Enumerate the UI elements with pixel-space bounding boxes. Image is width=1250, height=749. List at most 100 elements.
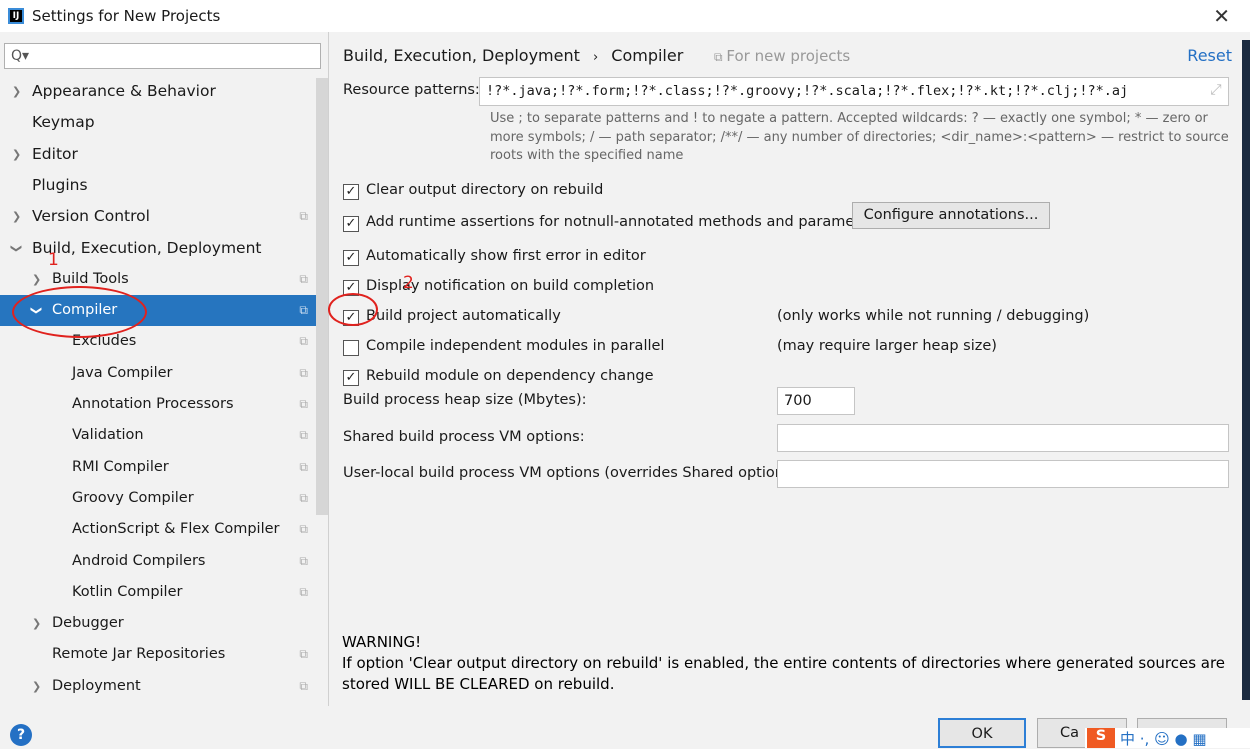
sidebar-item-label: Deployment [52,677,141,694]
project-copy-icon: ⧉ [299,209,308,224]
sidebar-item-groovy-compiler[interactable]: Groovy Compiler ⧉ [0,483,316,514]
annotation-number-1: 1 [48,250,59,270]
project-copy-icon: ⧉ [299,553,308,568]
shared-vm-options-input[interactable] [777,424,1229,452]
sidebar-item-rmi-compiler[interactable]: RMI Compiler ⧉ [0,452,316,483]
expand-icon[interactable]: ⤢ [1210,82,1222,98]
chevron-right-icon[interactable]: ❯ [32,671,41,702]
resource-patterns-input[interactable]: !?*.java;!?*.form;!?*.class;!?*.groovy;!… [479,77,1229,106]
title-bar: IJ Settings for New Projects ✕ [0,0,1250,32]
chevron-down-icon[interactable]: ❯ [1,243,32,252]
sidebar-item-validation[interactable]: Validation ⧉ [0,420,316,451]
project-copy-icon: ⧉ [299,334,308,349]
annotation-circle-compiler [12,286,147,338]
resource-patterns-value: !?*.java;!?*.form;!?*.class;!?*.groovy;!… [486,83,1129,99]
help-button[interactable]: ? [10,724,32,746]
sidebar-item-label: Remote Jar Repositories [52,646,226,663]
resource-patterns-label: Resource patterns: [343,82,480,98]
sidebar-item-actionscript-flex-compiler[interactable]: ActionScript & Flex Compiler ⧉ [0,514,316,545]
for-new-projects-label: ⧉ For new projects [714,47,850,65]
sidebar-item-label: RMI Compiler [72,458,169,475]
sidebar-item-label: Groovy Compiler [72,489,194,506]
warning-text: If option 'Clear output directory on reb… [342,654,1226,693]
sidebar-item-remote-jar-repositories[interactable]: Remote Jar Repositories ⧉ [0,639,316,670]
sidebar-item-kotlin-compiler[interactable]: Kotlin Compiler ⧉ [0,577,316,608]
heap-size-input[interactable]: 700 [777,387,855,415]
chevron-right-icon[interactable]: ❯ [12,139,21,170]
checkbox-clear-output-directory-on-rebuild[interactable]: ✓ [343,184,359,200]
project-copy-icon: ⧉ [299,490,308,505]
breadcrumb-current: Compiler [611,46,684,65]
project-copy-icon: ⧉ [299,459,308,474]
sidebar-item-label: Appearance & Behavior [32,82,216,100]
sidebar-scrollbar[interactable] [316,78,328,515]
ime-toolbar: S 中 ·, ☺ ● ▦ [1085,728,1250,748]
user-vm-options-input[interactable] [777,460,1229,488]
window-title: Settings for New Projects [32,7,221,25]
annotation-circle-checkbox [328,293,378,326]
sidebar-item-android-compilers[interactable]: Android Compilers ⧉ [0,546,316,577]
chevron-right-icon[interactable]: ❯ [32,608,41,639]
settings-search-input[interactable]: Q▾ [4,43,321,69]
checkbox-rebuild-module-on-dependency-change[interactable]: ✓ [343,370,359,386]
sogou-logo-icon: S [1087,728,1115,748]
chevron-right-icon[interactable]: ❯ [12,76,21,107]
sidebar-item-editor[interactable]: ❯ Editor [0,139,316,170]
sidebar-item-label: Validation [72,427,144,444]
checkbox-automatically-show-first-error-in-editor[interactable]: ✓ [343,250,359,266]
option-note: (only works while not running / debuggin… [777,308,1090,324]
sidebar-item-label: Kotlin Compiler [72,583,183,600]
configure-annotations-button[interactable]: Configure annotations... [852,202,1050,229]
sidebar-item-label: Keymap [32,113,95,132]
sidebar-item-label: Java Compiler [72,364,173,381]
project-copy-icon: ⧉ [299,428,308,443]
breadcrumb-parent: Build, Execution, Deployment [343,46,580,65]
sidebar-item-label: Plugins [32,175,88,194]
project-copy-icon: ⧉ [299,271,308,286]
sidebar-item-annotation-processors[interactable]: Annotation Processors ⧉ [0,389,316,420]
option-label[interactable]: Compile independent modules in parallel [366,338,664,354]
warning-title: WARNING! [342,633,422,651]
project-copy-icon: ⧉ [299,303,308,318]
option-label[interactable]: Automatically show first error in editor [366,248,646,264]
sidebar-item-label: Debugger [52,615,124,632]
shared-vm-options-label: Shared build process VM options: [343,429,585,445]
settings-sidebar: Q▾ ❯ Appearance & Behavior Keymap ❯ Editor Pl… [0,32,329,706]
sidebar-item-label: ActionScript & Flex Compiler [72,521,280,538]
ime-icons: 中 ·, ☺ ● ▦ [1120,730,1207,748]
project-copy-icon: ⧉ [299,584,308,599]
close-icon[interactable]: ✕ [1213,4,1230,28]
sidebar-item-label: Version Control [32,207,150,226]
chevron-right-icon[interactable]: ❯ [12,201,21,232]
option-label[interactable]: Add runtime assertions for notnull-annot… [366,214,882,230]
sidebar-item-java-compiler[interactable]: Java Compiler ⧉ [0,358,316,389]
option-label[interactable]: Clear output directory on rebuild [366,182,603,198]
user-vm-options-label: User-local build process VM options (ove… [343,465,803,481]
resource-patterns-hint: Use ; to separate patterns and ! to nega… [490,111,1229,163]
sidebar-item-label: Annotation Processors [72,396,234,412]
compiler-settings-panel: Build, Execution, Deployment › Compiler … [330,32,1250,706]
sidebar-item-label: Editor [32,144,78,163]
warning-box: WARNING! If option 'Clear output directo… [342,632,1232,695]
sidebar-item-label: Android Compilers [72,552,206,569]
option-label[interactable]: Build project automatically [366,308,561,324]
sidebar-item-appearance-behavior[interactable]: ❯ Appearance & Behavior [0,76,316,107]
sidebar-item-deployment[interactable]: ❯ Deployment ⧉ [0,671,316,702]
checkbox-add-runtime-assertions-for-notnull-annotated-methods-and-parameters[interactable]: ✓ [343,216,359,232]
sidebar-item-keymap[interactable]: Keymap [0,107,316,138]
ok-button[interactable]: OK [938,718,1026,748]
option-note: (may require larger heap size) [777,338,997,354]
breadcrumb: Build, Execution, Deployment › Compiler [343,46,683,65]
project-copy-icon: ⧉ [299,678,308,693]
heap-size-label: Build process heap size (Mbytes): [343,392,587,408]
project-copy-icon: ⧉ [299,647,308,662]
copy-icon: ⧉ [714,50,727,64]
sidebar-item-version-control[interactable]: ❯ Version Control ⧉ [0,201,316,232]
breadcrumb-separator: › [592,50,599,65]
checkbox-compile-independent-modules-in-parallel[interactable] [343,340,359,356]
reset-link[interactable]: Reset [1187,46,1232,65]
for-new-projects-text: For new projects [726,47,851,65]
sidebar-item-plugins[interactable]: Plugins [0,170,316,201]
option-label[interactable]: Rebuild module on dependency change [366,368,654,384]
sidebar-item-debugger[interactable]: ❯ Debugger [0,608,316,639]
